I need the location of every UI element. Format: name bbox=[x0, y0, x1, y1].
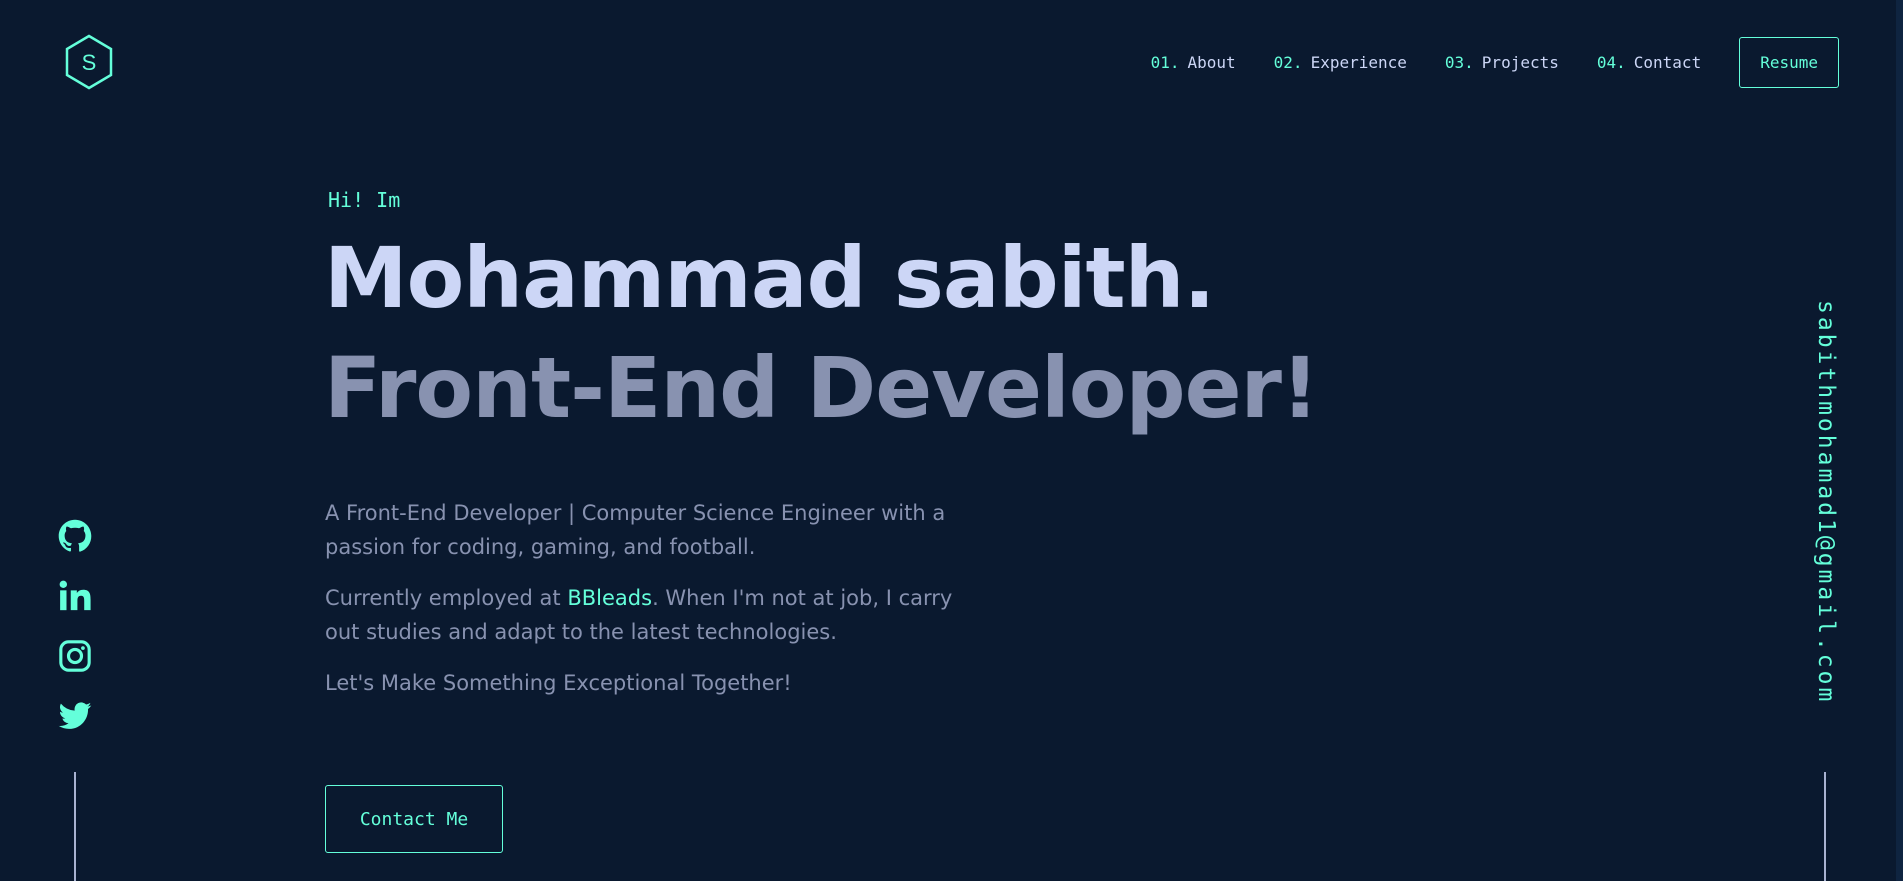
linkedin-icon bbox=[59, 580, 91, 611]
nav-item-about[interactable]: 01. About bbox=[1151, 53, 1236, 72]
nav-item-contact[interactable]: 04. Contact bbox=[1597, 53, 1701, 72]
bio-paragraph-1: A Front-End Developer | Computer Science… bbox=[325, 501, 946, 559]
instagram-link[interactable] bbox=[57, 638, 93, 674]
github-link[interactable] bbox=[57, 518, 93, 554]
nav-label: Contact bbox=[1633, 52, 1702, 72]
nav-number: 04. bbox=[1596, 52, 1626, 72]
nav-item-projects[interactable]: 03. Projects bbox=[1445, 53, 1559, 72]
linkedin-link[interactable] bbox=[57, 578, 93, 614]
main-nav: 01. About 02. Experience 03. Projects 04. Co… bbox=[1113, 36, 1839, 88]
email-link[interactable]: sabithmohamad1@gmail.com bbox=[1813, 300, 1839, 704]
github-icon bbox=[58, 519, 92, 552]
instagram-icon bbox=[59, 640, 91, 672]
twitter-icon bbox=[58, 702, 92, 729]
twitter-link[interactable] bbox=[57, 698, 93, 734]
nav-number: 01. bbox=[1150, 52, 1180, 72]
bio-paragraph-2: Currently employed at BBleads. When I'm … bbox=[325, 581, 965, 649]
logo[interactable]: S bbox=[64, 34, 114, 90]
contact-me-button[interactable]: Contact Me bbox=[325, 785, 503, 853]
logo-letter: S bbox=[82, 50, 97, 75]
nav-label: Experience bbox=[1310, 52, 1407, 72]
social-sidebar bbox=[56, 518, 94, 758]
hexagon-logo-icon: S bbox=[65, 34, 113, 90]
nav-label: About bbox=[1187, 52, 1236, 72]
bio-text: Currently employed at bbox=[325, 586, 568, 610]
resume-button[interactable]: Resume bbox=[1739, 36, 1839, 88]
right-divider-line bbox=[1824, 772, 1826, 881]
company-link[interactable]: BBleads bbox=[567, 586, 652, 610]
scrollbar[interactable] bbox=[1896, 0, 1903, 881]
left-divider-line bbox=[74, 772, 76, 881]
nav-item-experience[interactable]: 02. Experience bbox=[1274, 53, 1407, 72]
nav-number: 02. bbox=[1273, 52, 1303, 72]
nav-label: Projects bbox=[1481, 52, 1559, 72]
hero-name: Mohammad sabith. bbox=[324, 229, 1215, 327]
hero-role: Front-End Developer! bbox=[324, 339, 1319, 437]
bio-paragraph-3: Let's Make Something Exceptional Togethe… bbox=[325, 671, 792, 695]
hero-bio: A Front-End Developer | Computer Science… bbox=[325, 496, 965, 717]
hero-intro: Hi! Im bbox=[328, 188, 401, 212]
nav-number: 03. bbox=[1444, 52, 1474, 72]
